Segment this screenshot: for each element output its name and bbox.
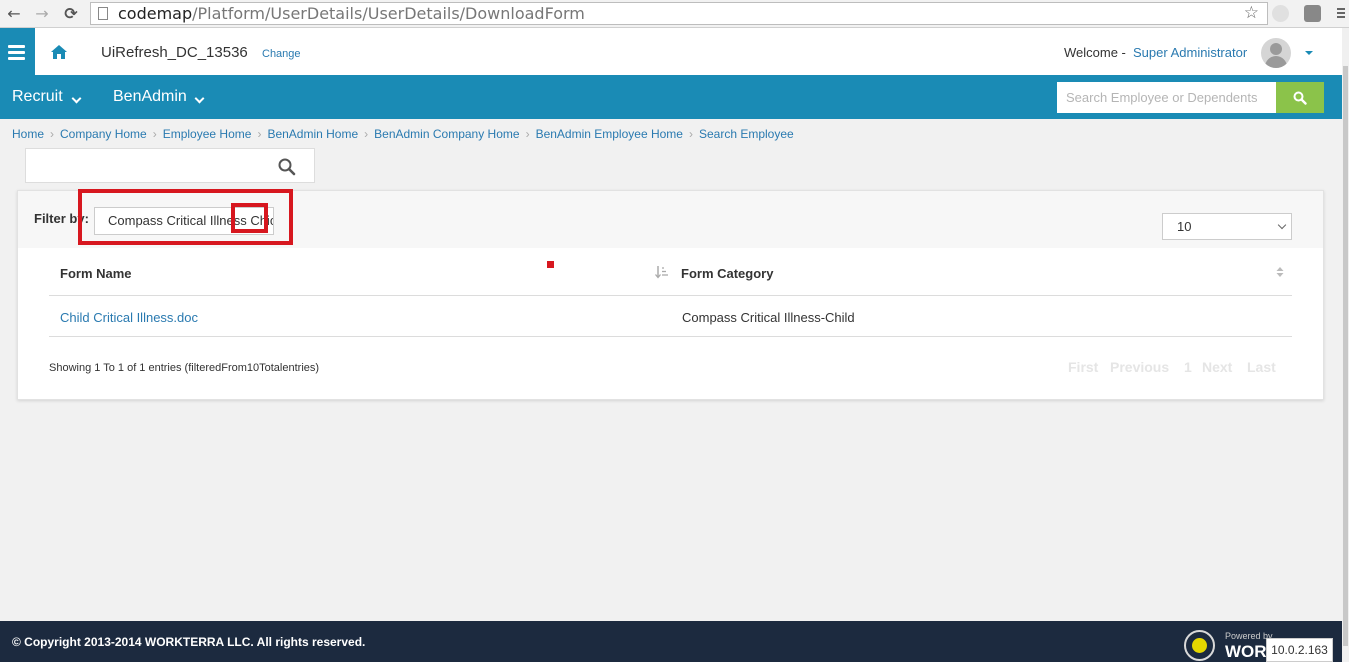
- pager-next[interactable]: Next: [1202, 359, 1232, 375]
- user-menu-chevron-icon[interactable]: [1305, 51, 1313, 55]
- form-category-cell: Compass Critical Illness-Child: [682, 310, 855, 325]
- url-path: /Platform/UserDetails/UserDetails/Downlo…: [192, 4, 585, 23]
- breadcrumb-search-employee[interactable]: Search Employee: [699, 127, 794, 141]
- hamburger-menu-icon[interactable]: [0, 28, 35, 75]
- browser-toolbar: ← → ⟳ codemap/Platform/UserDetails/UserD…: [0, 0, 1349, 28]
- row-divider: [49, 336, 1292, 337]
- employee-search-input[interactable]: [1057, 82, 1276, 113]
- url-text: codemap/Platform/UserDetails/UserDetails…: [118, 4, 585, 24]
- employee-search-button[interactable]: [1276, 82, 1324, 113]
- pager-page-1[interactable]: 1: [1184, 359, 1192, 375]
- nav-menu-recruit[interactable]: Recruit: [12, 88, 63, 106]
- breadcrumb-employee-home[interactable]: Employee Home: [163, 127, 252, 141]
- address-bar[interactable]: codemap/Platform/UserDetails/UserDetails…: [90, 2, 1268, 25]
- breadcrumb-home[interactable]: Home: [12, 127, 44, 141]
- change-tenant-link[interactable]: Change: [262, 48, 301, 60]
- app-header: UiRefresh_DC_13536 Change Welcome - Supe…: [0, 28, 1342, 75]
- tenant-name: UiRefresh_DC_13536: [101, 44, 248, 61]
- sort-descending-icon[interactable]: [655, 265, 669, 279]
- form-name-link[interactable]: Child Critical Illness.doc: [60, 310, 198, 325]
- breadcrumb-company-home[interactable]: Company Home: [60, 127, 147, 141]
- back-arrow-icon[interactable]: ←: [4, 4, 24, 24]
- page-icon: [98, 7, 108, 20]
- avatar[interactable]: [1261, 38, 1291, 68]
- column-header-form-category[interactable]: Form Category: [681, 266, 773, 281]
- extension-icon-2[interactable]: [1304, 5, 1321, 22]
- annotation-highlight-box-small: [231, 203, 268, 233]
- search-icon: [1293, 91, 1307, 105]
- nav-menu-benadmin[interactable]: BenAdmin: [113, 88, 187, 106]
- footer: © Copyright 2013-2014 WORKTERRA LLC. All…: [0, 621, 1342, 662]
- breadcrumb-benadmin-company-home[interactable]: BenAdmin Company Home: [374, 127, 519, 141]
- search-icon[interactable]: [278, 158, 296, 176]
- breadcrumb-benadmin-home[interactable]: BenAdmin Home: [267, 127, 358, 141]
- column-header-form-name[interactable]: Form Name: [60, 266, 132, 281]
- extension-icon[interactable]: [1272, 5, 1289, 22]
- copyright-text: © Copyright 2013-2014 WORKTERRA LLC. All…: [12, 635, 366, 649]
- forward-arrow-icon[interactable]: →: [32, 4, 52, 24]
- pager-previous[interactable]: Previous: [1110, 359, 1169, 375]
- pager-first[interactable]: First: [1068, 359, 1098, 375]
- scrollbar-thumb[interactable]: [1343, 66, 1348, 646]
- home-icon[interactable]: [50, 44, 68, 60]
- pager-last[interactable]: Last: [1247, 359, 1276, 375]
- breadcrumb: Home › Company Home › Employee Home › BenAdmin…: [12, 127, 794, 141]
- page-size-select[interactable]: 10: [1162, 213, 1292, 240]
- welcome-label: Welcome -: [1064, 45, 1126, 60]
- bookmark-star-icon[interactable]: ☆: [1244, 3, 1259, 24]
- main-nav: Recruit BenAdmin: [0, 75, 1342, 119]
- breadcrumb-benadmin-employee-home[interactable]: BenAdmin Employee Home: [536, 127, 683, 141]
- version-badge: 10.0.2.163: [1266, 638, 1333, 662]
- annotation-marker: [547, 261, 554, 268]
- chevron-down-icon: [1277, 220, 1287, 230]
- reload-icon[interactable]: ⟳: [61, 4, 81, 24]
- workterra-logo-icon: [1184, 630, 1215, 661]
- chevron-down-icon[interactable]: [194, 93, 205, 104]
- page-size-value: 10: [1177, 219, 1192, 234]
- user-name-link[interactable]: Super Administrator: [1133, 45, 1247, 60]
- download-forms-panel: Filter by: Compass Critical Illness Chic…: [17, 189, 1324, 400]
- chrome-menu-icon[interactable]: [1337, 6, 1345, 22]
- page-scrollbar[interactable]: [1342, 28, 1349, 662]
- table-info: Showing 1 To 1 of 1 entries (filteredFro…: [49, 362, 320, 374]
- form-search-input[interactable]: [25, 148, 315, 183]
- filter-bar: Filter by: Compass Critical Illness Chic…: [18, 189, 1323, 248]
- url-host: codemap: [118, 4, 193, 23]
- chevron-down-icon[interactable]: [71, 93, 82, 104]
- sort-both-icon[interactable]: [1276, 266, 1284, 278]
- header-divider: [49, 295, 1292, 296]
